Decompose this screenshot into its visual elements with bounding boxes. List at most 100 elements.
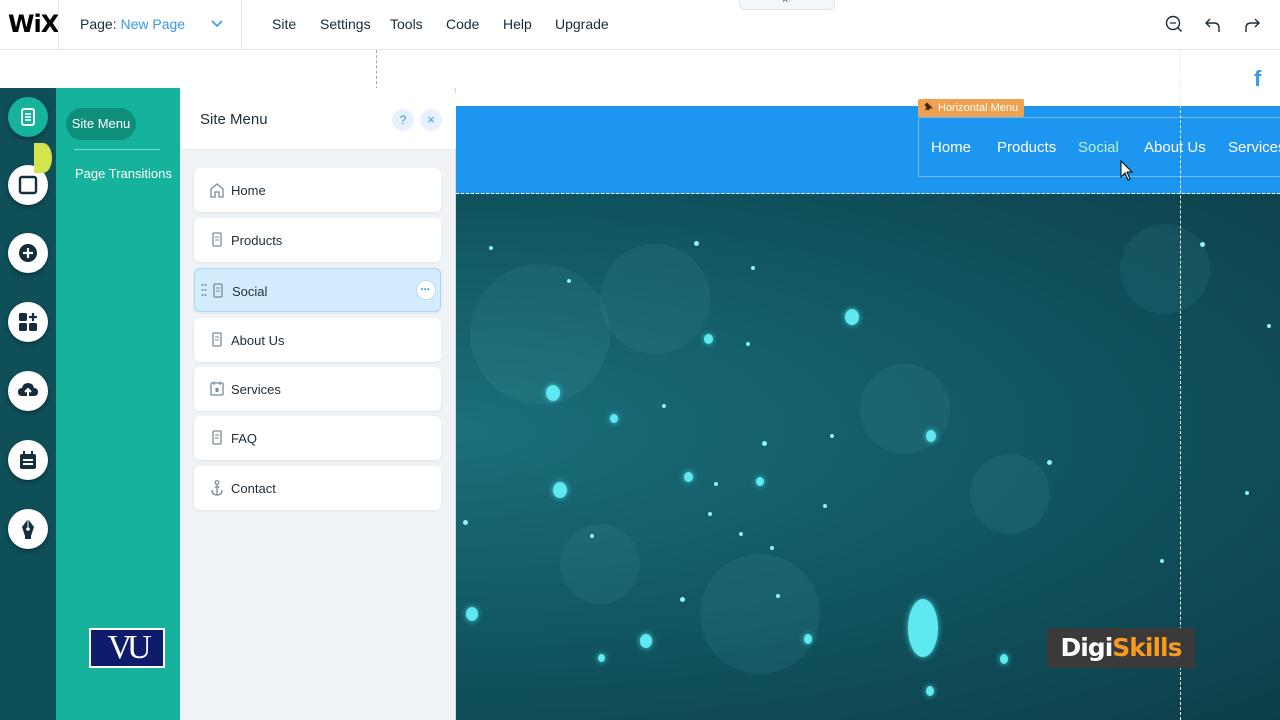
particle [708,512,712,516]
add-icon [19,244,37,262]
divider [241,0,242,50]
particle [770,546,774,550]
app-market-button[interactable] [8,302,48,342]
pages-button[interactable] [8,97,48,137]
page-item-contact[interactable]: Contact [194,466,441,510]
particle [1047,460,1052,465]
particle [553,482,567,498]
particle [1267,324,1271,328]
page-item-home[interactable]: Home [194,168,441,212]
more-icon [420,288,430,291]
page-item-label: Social [232,284,268,299]
page-icon [212,430,222,445]
menu-tools[interactable]: Tools [390,16,423,32]
site-menu-item-products[interactable]: Products [997,139,1056,156]
background-icon [18,175,38,195]
bokeh-light [860,364,950,454]
facebook-icon[interactable]: f [1254,66,1261,92]
particle [926,430,936,442]
calendar-icon [210,381,224,396]
divider [74,149,160,150]
bokeh-light [560,524,640,604]
particle [746,342,750,346]
editor-left-toolbar [0,88,56,720]
add-button[interactable] [8,233,48,273]
particle [1000,654,1008,664]
page-item-products[interactable]: Products [194,218,441,262]
help-button[interactable]: ? [392,109,414,131]
site-menu-item-home[interactable]: Home [931,139,971,156]
menu-code[interactable]: Code [446,16,479,32]
bokeh-light [600,244,710,354]
blog-button[interactable] [8,440,48,480]
menu-upgrade[interactable]: Upgrade [555,16,609,32]
particle [762,441,767,446]
site-menu-item-about-us[interactable]: About Us [1144,139,1206,156]
particle [694,241,699,246]
upload-icon [18,383,38,399]
mouse-cursor-icon [1120,160,1134,181]
particle [567,279,571,283]
page-item-about-us[interactable]: About Us [194,318,441,362]
bokeh-light [1120,224,1210,314]
particle [466,607,478,621]
particle [546,385,560,401]
divider [58,0,59,50]
drag-handle-icon[interactable] [201,283,207,297]
wix-logo[interactable]: WiX [8,10,59,38]
pages-panel-nav: Site Menu Page Transitions VU [56,88,180,720]
particle [908,599,938,657]
app-market-icon [19,313,37,331]
menu-site[interactable]: Site [272,16,296,32]
nav-page-transitions[interactable]: Page Transitions [75,166,172,181]
site-menu-panel: Site Menu ? × Home Products Social About… [180,88,456,720]
particle [751,266,755,270]
chevron-down-icon[interactable] [208,13,226,33]
home-icon [210,183,224,198]
nav-site-menu[interactable]: Site Menu [66,108,136,140]
editor-top-bar: WiX Page: New Page Site Settings Tools C… [0,0,1280,50]
page-selector-label: Page: [80,16,117,32]
anchor-icon [211,480,223,496]
page-item-label: Products [231,233,283,248]
particle [830,434,834,438]
particle [598,654,605,662]
particle [463,520,468,525]
particle [756,477,764,486]
menu-help[interactable]: Help [503,16,532,32]
page-actions-button[interactable] [416,280,436,300]
pin-icon [924,102,933,111]
horizontal-menu-tag[interactable]: Horizontal Menu [918,99,1025,117]
particle [684,472,693,482]
page-item-label: Contact [231,481,276,496]
zoom-icon[interactable] [1163,13,1185,35]
bokeh-light [470,264,610,404]
particle [804,634,812,644]
page-item-faq[interactable]: FAQ [194,416,441,460]
collapse-topbar-tab[interactable]: × [739,0,835,10]
page-selector[interactable]: Page: New Page [80,16,185,32]
particle [590,534,594,538]
site-menu-item-social[interactable]: Social [1078,139,1119,156]
particle [845,309,859,325]
page-item-label: Services [231,382,281,397]
particle [704,334,713,344]
undo-icon[interactable] [1202,13,1224,35]
close-button[interactable]: × [420,109,442,131]
digiskills-logo-part: Skills [1112,633,1182,662]
page-item-label: FAQ [231,431,258,446]
particle [739,532,743,536]
page-item-social[interactable]: Social [194,268,441,312]
bokeh-light [970,454,1050,534]
upload-button[interactable] [8,371,48,411]
particle [489,246,493,250]
menu-settings[interactable]: Settings [320,16,371,32]
blog-icon [20,451,36,469]
design-button[interactable] [8,509,48,549]
page-item-services[interactable]: Services [194,367,441,411]
page-item-label: Home [231,183,266,198]
particle [680,597,685,602]
close-icon: × [782,0,789,6]
site-menu-item-services[interactable]: Services [1228,139,1280,156]
redo-icon[interactable] [1241,13,1263,35]
